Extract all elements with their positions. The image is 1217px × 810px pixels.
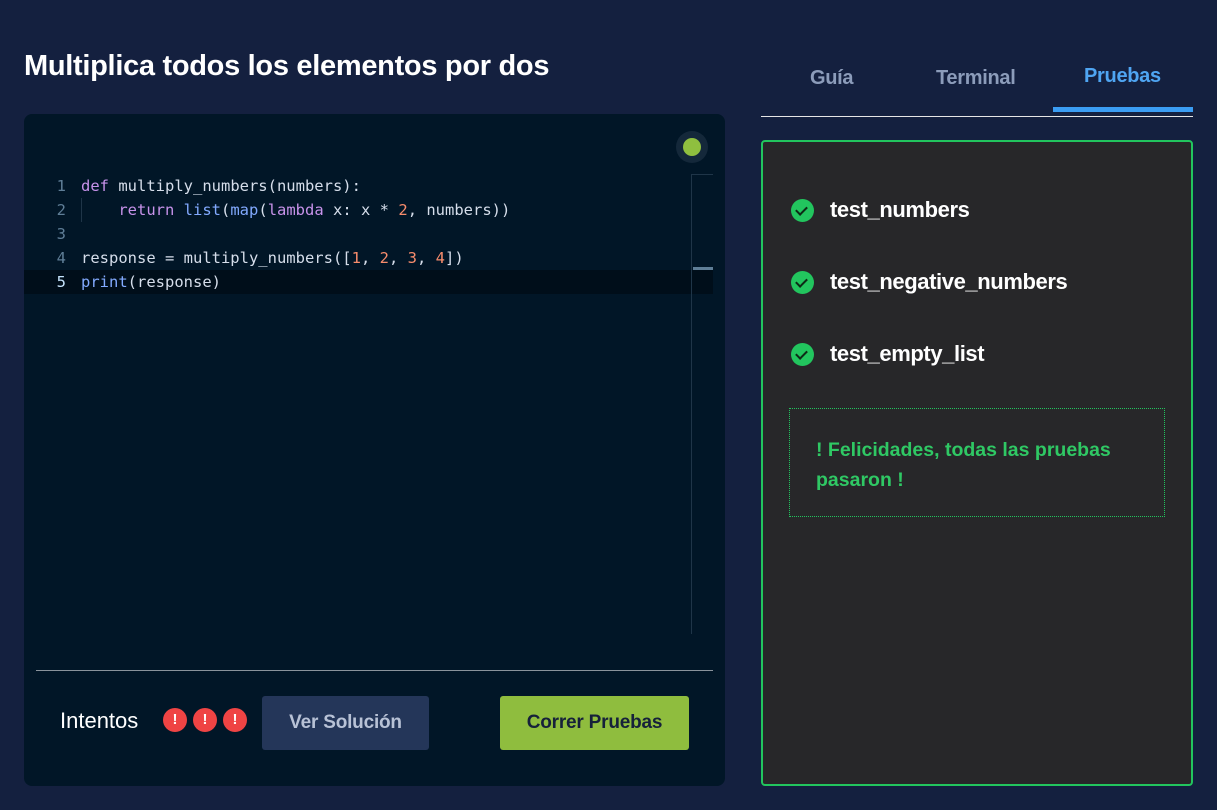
tab-tests[interactable]: Pruebas [1084,65,1161,88]
status-dot-icon [683,138,701,156]
code-line-active[interactable]: 5 print(response) [24,270,713,294]
test-item: test_negative_numbers [791,269,1068,295]
check-circle-icon [791,198,814,222]
test-name: test_numbers [830,197,970,222]
code-token: , [417,249,436,267]
code-token: , numbers)) [407,201,511,219]
code-area[interactable]: 1 def multiply_numbers(numbers): 2 return… [24,174,713,294]
tests-panel: test_numbers test_negative_numbers test_… [761,140,1193,786]
test-item: test_empty_list [791,341,985,367]
error-circle-icon: ! [193,708,217,732]
active-tab-indicator [1053,107,1193,112]
error-circle-icon: ! [223,708,247,732]
code-token: lambda [267,201,324,219]
code-editor[interactable]: 1 def multiply_numbers(numbers): 2 return… [24,114,725,786]
line-number: 4 [56,249,66,267]
page-title: Multiplica todos los elementos por dos [24,50,550,82]
line-number: 3 [56,225,66,243]
code-token: map [230,201,259,219]
code-token: 2 [379,249,389,267]
tab-terminal[interactable]: Terminal [936,67,1016,90]
code-token: , [360,249,380,267]
success-message: ! Felicidades, todas las pruebas pasaron… [789,408,1165,517]
run-tests-button[interactable]: Correr Pruebas [500,696,689,750]
code-token: ( [221,201,231,219]
panel-tabs: Guía Terminal Pruebas [761,55,1193,117]
overview-ruler[interactable] [691,174,692,634]
code-text[interactable]: return list(map(lambda x: x * 2, numbers… [81,198,510,222]
code-token: 3 [407,249,417,267]
code-text[interactable]: def multiply_numbers(numbers): [81,174,361,198]
check-circle-icon [791,270,814,294]
code-line[interactable]: 2 return list(map(lambda x: x * 2, numbe… [24,198,713,222]
code-token: 1 [351,249,361,267]
code-text[interactable]: print(response) [81,270,221,294]
cursor-marker [693,267,713,270]
test-item: test_numbers [791,197,970,223]
code-token: return [118,201,175,219]
code-token: x: x * [323,201,399,219]
line-number: 5 [56,273,66,291]
indent-guide [81,198,82,222]
attempts-label: Intentos [60,708,139,733]
code-text[interactable]: response = multiply_numbers([1, 2, 3, 4]… [81,246,464,270]
code-token: print [81,273,128,291]
status-indicator [676,131,708,163]
code-token: multiply_numbers(numbers): [109,177,361,195]
code-token: 2 [398,201,408,219]
code-line[interactable]: 3 [24,222,713,246]
code-token: (response) [127,273,221,291]
code-token: 4 [435,249,446,267]
line-number: 2 [56,201,66,219]
code-token: ( [258,201,268,219]
test-name: test_empty_list [830,341,985,366]
test-name: test_negative_numbers [830,269,1068,294]
overview-ruler-top [692,174,713,175]
code-token: def [81,177,109,195]
code-token: response = multiply_numbers([ [81,249,352,267]
code-token: ]) [445,249,464,267]
code-token: list [183,201,221,219]
line-number: 1 [56,177,66,195]
tabs-divider [761,116,1193,117]
view-solution-button[interactable]: Ver Solución [262,696,429,750]
code-token: , [388,249,408,267]
tab-guide[interactable]: Guía [810,67,854,90]
code-line[interactable]: 4 response = multiply_numbers([1, 2, 3, 4… [24,246,713,270]
editor-divider [36,670,713,671]
error-circle-icon: ! [163,708,187,732]
code-line[interactable]: 1 def multiply_numbers(numbers): [24,174,713,198]
check-circle-icon [791,342,814,366]
